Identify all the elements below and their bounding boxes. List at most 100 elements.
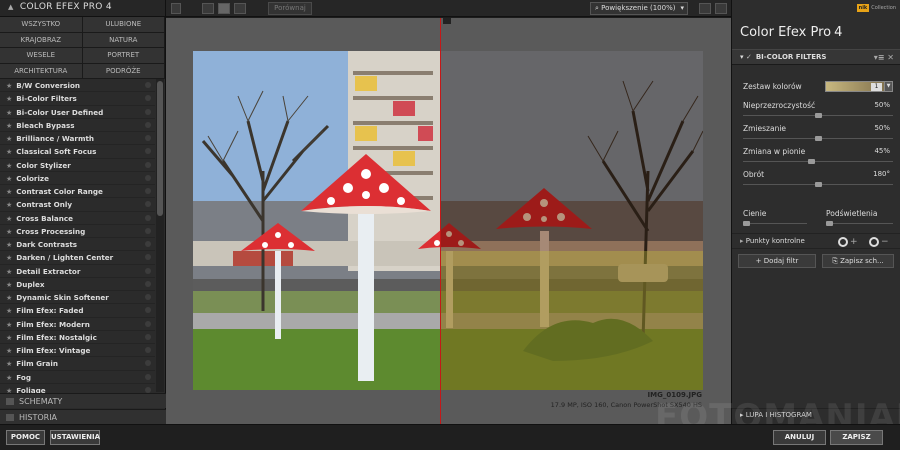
filter-list-item[interactable]: ★ Bi-Color Filters [0, 92, 155, 106]
save-recipe-button[interactable]: ⎘ Zapisz sch... [822, 254, 894, 268]
favorite-star-icon[interactable]: ★ [6, 95, 12, 103]
cancel-button[interactable]: ANULUJ [773, 430, 826, 445]
filter-list-item[interactable]: ★ Film Grain [0, 357, 155, 371]
filter-list-item[interactable]: ★ Bleach Bypass [0, 119, 155, 132]
collapse-arrow-icon[interactable]: ▲ [8, 3, 14, 11]
favorite-star-icon[interactable]: ★ [6, 347, 12, 355]
filter-list-item[interactable]: ★ Brilliance / Warmth [0, 132, 155, 146]
filter-list-item[interactable]: ★ B/W Conversion [0, 79, 155, 93]
color-set-select[interactable]: 1 ▼ [825, 81, 893, 92]
favorite-star-icon[interactable]: ★ [6, 268, 12, 276]
favorite-star-icon[interactable]: ★ [6, 175, 12, 183]
filter-list-item[interactable]: ★ Dynamic Skin Softener [0, 291, 155, 305]
shadows-slider[interactable] [743, 221, 807, 226]
category-architecture[interactable]: ARCHITEKTURA [0, 63, 83, 79]
filter-enable-checkbox[interactable]: ✓ [746, 53, 752, 61]
filter-preset-icon[interactable] [145, 254, 151, 261]
filter-preset-icon[interactable] [145, 161, 151, 168]
control-points-row[interactable]: ▸ Punkty kontrolne + − [732, 233, 900, 249]
filter-preset-icon[interactable] [145, 241, 151, 247]
favorite-star-icon[interactable]: ★ [6, 374, 12, 382]
filter-preset-icon[interactable] [145, 294, 151, 300]
add-filter-button[interactable]: + Dodaj filtr [738, 254, 816, 268]
blend-slider[interactable] [743, 136, 893, 141]
panel-title[interactable]: ▲ COLOR EFEX PRO 4 [0, 0, 165, 17]
favorite-star-icon[interactable]: ★ [6, 254, 12, 262]
favorite-star-icon[interactable]: ★ [6, 188, 12, 196]
favorite-star-icon[interactable]: ★ [6, 321, 12, 329]
filter-preset-icon[interactable] [145, 307, 151, 314]
plus-icon[interactable]: + [850, 235, 858, 250]
filter-list-item[interactable]: ★ Bi-Color User Defined [0, 106, 155, 119]
opacity-slider[interactable] [743, 113, 893, 118]
category-all[interactable]: WSZYSTKO [0, 17, 83, 33]
filter-preset-icon[interactable] [145, 121, 151, 128]
favorite-star-icon[interactable]: ★ [6, 241, 12, 249]
toggle-left-panel-icon[interactable] [171, 3, 181, 14]
split-preview-divider[interactable] [440, 18, 441, 424]
category-favorites[interactable]: ULUBIONE [82, 17, 165, 33]
filter-preset-icon[interactable] [145, 360, 151, 367]
filter-list-item[interactable]: ★ Classical Soft Focus [0, 145, 155, 159]
favorite-star-icon[interactable]: ★ [6, 122, 12, 130]
scrollbar-thumb[interactable] [157, 81, 163, 216]
filter-preset-icon[interactable] [145, 174, 151, 181]
filter-list-item[interactable]: ★ Detail Extractor [0, 265, 155, 278]
favorite-star-icon[interactable]: ★ [6, 215, 12, 223]
split-divider-handle[interactable] [443, 18, 451, 24]
filter-preset-icon[interactable] [145, 347, 151, 353]
filter-preset-icon[interactable] [145, 201, 151, 208]
filter-preset-icon[interactable] [145, 386, 151, 393]
save-button[interactable]: ZAPISZ [830, 430, 883, 445]
opacity-slider-knob[interactable] [815, 113, 822, 118]
favorite-star-icon[interactable]: ★ [6, 281, 12, 289]
filter-preset-icon[interactable] [145, 148, 151, 155]
section-historia[interactable]: HISTORIA [0, 409, 166, 424]
favorite-star-icon[interactable]: ★ [6, 109, 12, 117]
favorite-star-icon[interactable]: ★ [6, 148, 12, 156]
filter-preset-icon[interactable] [145, 320, 151, 327]
shadows-slider-knob[interactable] [743, 221, 750, 226]
zoom-select[interactable]: ⌕ Powiększenie (100%) ▾ [590, 2, 688, 15]
favorite-star-icon[interactable]: ★ [6, 307, 12, 315]
favorite-star-icon[interactable]: ★ [6, 294, 12, 302]
add-positive-control-point-icon[interactable] [838, 237, 848, 247]
active-filter-header[interactable]: ▾ ✓ BI-COLOR FILTERS ▾≡ ✕ [732, 49, 900, 65]
filter-preset-icon[interactable] [145, 333, 151, 340]
settings-button[interactable]: USTAWIENIA [50, 430, 100, 445]
category-travel[interactable]: PODRÓŻE [82, 63, 165, 79]
blend-slider-knob[interactable] [815, 136, 822, 141]
minus-icon[interactable]: − [881, 235, 889, 250]
filter-list-scrollbar[interactable] [156, 79, 164, 392]
filter-list-item[interactable]: ★ Contrast Only [0, 198, 155, 212]
rotation-slider[interactable] [743, 182, 893, 187]
favorite-star-icon[interactable]: ★ [6, 162, 12, 170]
favorite-star-icon[interactable]: ★ [6, 228, 12, 236]
rotation-slider-knob[interactable] [815, 182, 822, 187]
favorite-star-icon[interactable]: ★ [6, 201, 12, 209]
filter-list-item[interactable]: ★ Film Efex: Modern [0, 318, 155, 331]
filter-list-item[interactable]: ★ Contrast Color Range [0, 185, 155, 199]
toggle-right-panel-icon[interactable] [715, 3, 727, 14]
single-view-icon[interactable] [202, 3, 214, 14]
filter-list-item[interactable]: ★ Fog [0, 371, 155, 384]
filter-preset-icon[interactable] [145, 82, 151, 88]
filter-preset-icon[interactable] [145, 280, 151, 287]
favorite-star-icon[interactable]: ★ [6, 82, 12, 90]
compare-button[interactable]: Porównaj [268, 2, 312, 15]
filter-preset-icon[interactable] [145, 135, 151, 141]
help-button[interactable]: POMOC [6, 430, 45, 445]
category-wedding[interactable]: WESELE [0, 48, 83, 64]
filter-list-item[interactable]: ★ Color Stylizer [0, 159, 155, 172]
filter-preset-icon[interactable] [145, 214, 151, 221]
filter-list-item[interactable]: ★ Film Efex: Vintage [0, 344, 155, 358]
favorite-star-icon[interactable]: ★ [6, 334, 12, 342]
filter-list-item[interactable]: ★ Dark Contrasts [0, 238, 155, 252]
filter-menu-icon[interactable]: ▾≡ ✕ [874, 50, 894, 65]
filter-list-item[interactable]: ★ Darken / Lighten Center [0, 251, 155, 265]
filter-list-item[interactable]: ★ Cross Processing [0, 225, 155, 238]
section-schematy[interactable]: SCHEMATY [0, 393, 166, 408]
filter-preset-icon[interactable] [145, 373, 151, 380]
highlights-slider[interactable] [826, 221, 893, 226]
category-landscape[interactable]: KRAJOBRAZ [0, 32, 83, 48]
